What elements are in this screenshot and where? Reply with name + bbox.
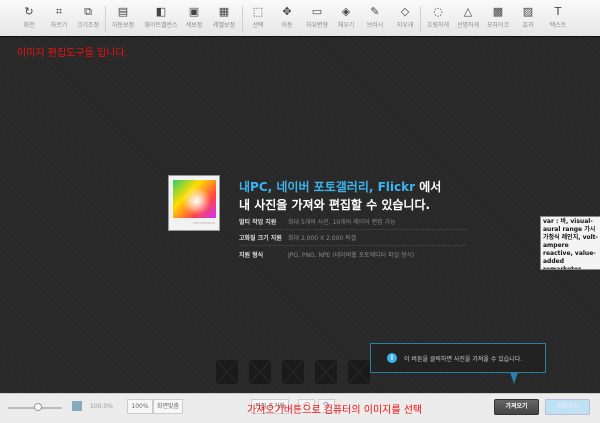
feature-key: 고화질 크기 지원 [239, 235, 282, 242]
sharpen-icon: △ [463, 5, 473, 18]
feature-value: 최대 5개의 사진, 10개의 레이어 편집 가능 [288, 219, 396, 226]
intro-headline: 내PC, 네이버 포토갤러리, Flickr 에서 내 사진을 가져와 편집할 … [239, 178, 441, 214]
brush-icon: ✎ [370, 5, 380, 18]
callout-text: 이 버튼을 클릭하면 사진을 가져올 수 있습니다. [404, 355, 523, 363]
text-icon: T [554, 5, 562, 18]
toolbar-divider [105, 6, 106, 32]
mosaic-icon: ▩ [492, 5, 504, 18]
photo-caption: PHOTOEDITOR [193, 221, 215, 225]
zoom-icon [72, 401, 82, 411]
feature-value: JPG, PNG, NPE (네이버웹 포토에디터 파일 형식) [288, 251, 415, 259]
fill-icon: ◈ [341, 5, 351, 18]
feature-key: 지원 형식 [239, 251, 264, 259]
crop-icon: ⌗ [55, 5, 63, 18]
empty-thumbnail-slot[interactable] [348, 360, 370, 384]
import-button[interactable]: 가져오기 [494, 399, 539, 415]
resize-icon: ⧉ [84, 5, 92, 18]
move-icon: ✥ [282, 5, 292, 18]
select-icon: ⬚ [252, 5, 264, 18]
save-button[interactable]: 저장하기 [545, 399, 590, 415]
feature-value: 최대 2,000 X 2,000 픽셀 [288, 235, 357, 242]
annotation-import: 가져오기버튼으로 컴퓨터의 이미지를 선택 [247, 405, 423, 416]
toolbar-divider [420, 6, 421, 32]
annotation-toolbar: 이미지 편집도구들 입니다. [17, 48, 128, 59]
white-balance-icon: ◧ [155, 5, 167, 18]
callout-pointer [510, 372, 518, 384]
eraser-icon: ◇ [400, 5, 410, 18]
empty-thumbnail-slot[interactable] [282, 360, 304, 384]
toolbar: ↻ 회전 ⌗ 자르기 ⧉ 크기조정 ▤ 자동보정 ◧ 화이트밸런스 ▣ 색보정 ▦ 레벨보정 ⬚ 선택 ✥ 이동 ▭… [0, 0, 600, 37]
feature-row: 고화질 크기 지원 최대 2,000 X 2,000 픽셀 [239, 230, 467, 246]
toolbar-divider [242, 6, 243, 32]
photo-placeholder-icon: PHOTOEDITOR [168, 175, 220, 231]
tool-auto-correct[interactable]: ▤ 자동보정 [108, 4, 138, 29]
fit-screen-button[interactable]: 화면맞춤 [153, 399, 183, 414]
feature-row: 멀티 작업 지원 최대 5개의 사진, 10개의 레이어 편집 가능 [239, 214, 467, 230]
feature-list: 멀티 작업 지원 최대 5개의 사진, 10개의 레이어 편집 가능 고화질 크기… [239, 214, 467, 262]
import-callout: ! 이 버튼을 클릭하면 사진을 가져올 수 있습니다. [370, 343, 546, 373]
effect-icon: ▨ [522, 5, 534, 18]
headline-rest: 에서 [415, 180, 442, 194]
feature-key: 멀티 작업 지원 [239, 219, 277, 226]
zoom-100-button[interactable]: 100% [127, 399, 153, 414]
empty-thumbnail-slot[interactable] [315, 360, 337, 384]
dictionary-tooltip: var : 바, visual-aural range 가시 가청식 레인지, … [540, 216, 600, 270]
blur-icon: ◌ [433, 5, 443, 18]
rotate-icon: ↻ [24, 5, 34, 18]
empty-thumbnail-slot[interactable] [216, 360, 238, 384]
tool-text[interactable]: T 텍스트 [543, 4, 573, 29]
headline-line2: 내 사진을 가져와 편집할 수 있습니다. [239, 198, 431, 212]
info-icon: ! [387, 353, 397, 363]
transform-icon: ▭ [311, 5, 323, 18]
tool-resize[interactable]: ⧉ 크기조정 [73, 4, 103, 29]
feature-row: 지원 형식 JPG, PNG, NPE (네이버웹 포토에디터 파일 형식) [239, 246, 467, 262]
color-swatch [173, 180, 216, 218]
color-correct-icon: ▣ [188, 5, 200, 18]
empty-thumbnail-slot[interactable] [249, 360, 271, 384]
zoom-slider-handle[interactable] [34, 403, 42, 411]
zoom-value: 100.0% [90, 403, 113, 410]
headline-highlight: 내PC, 네이버 포토갤러리, Flickr [239, 180, 416, 194]
auto-correct-icon: ▤ [117, 5, 129, 18]
level-correct-icon: ▦ [218, 5, 230, 18]
tool-label: 텍스트 [549, 22, 567, 29]
